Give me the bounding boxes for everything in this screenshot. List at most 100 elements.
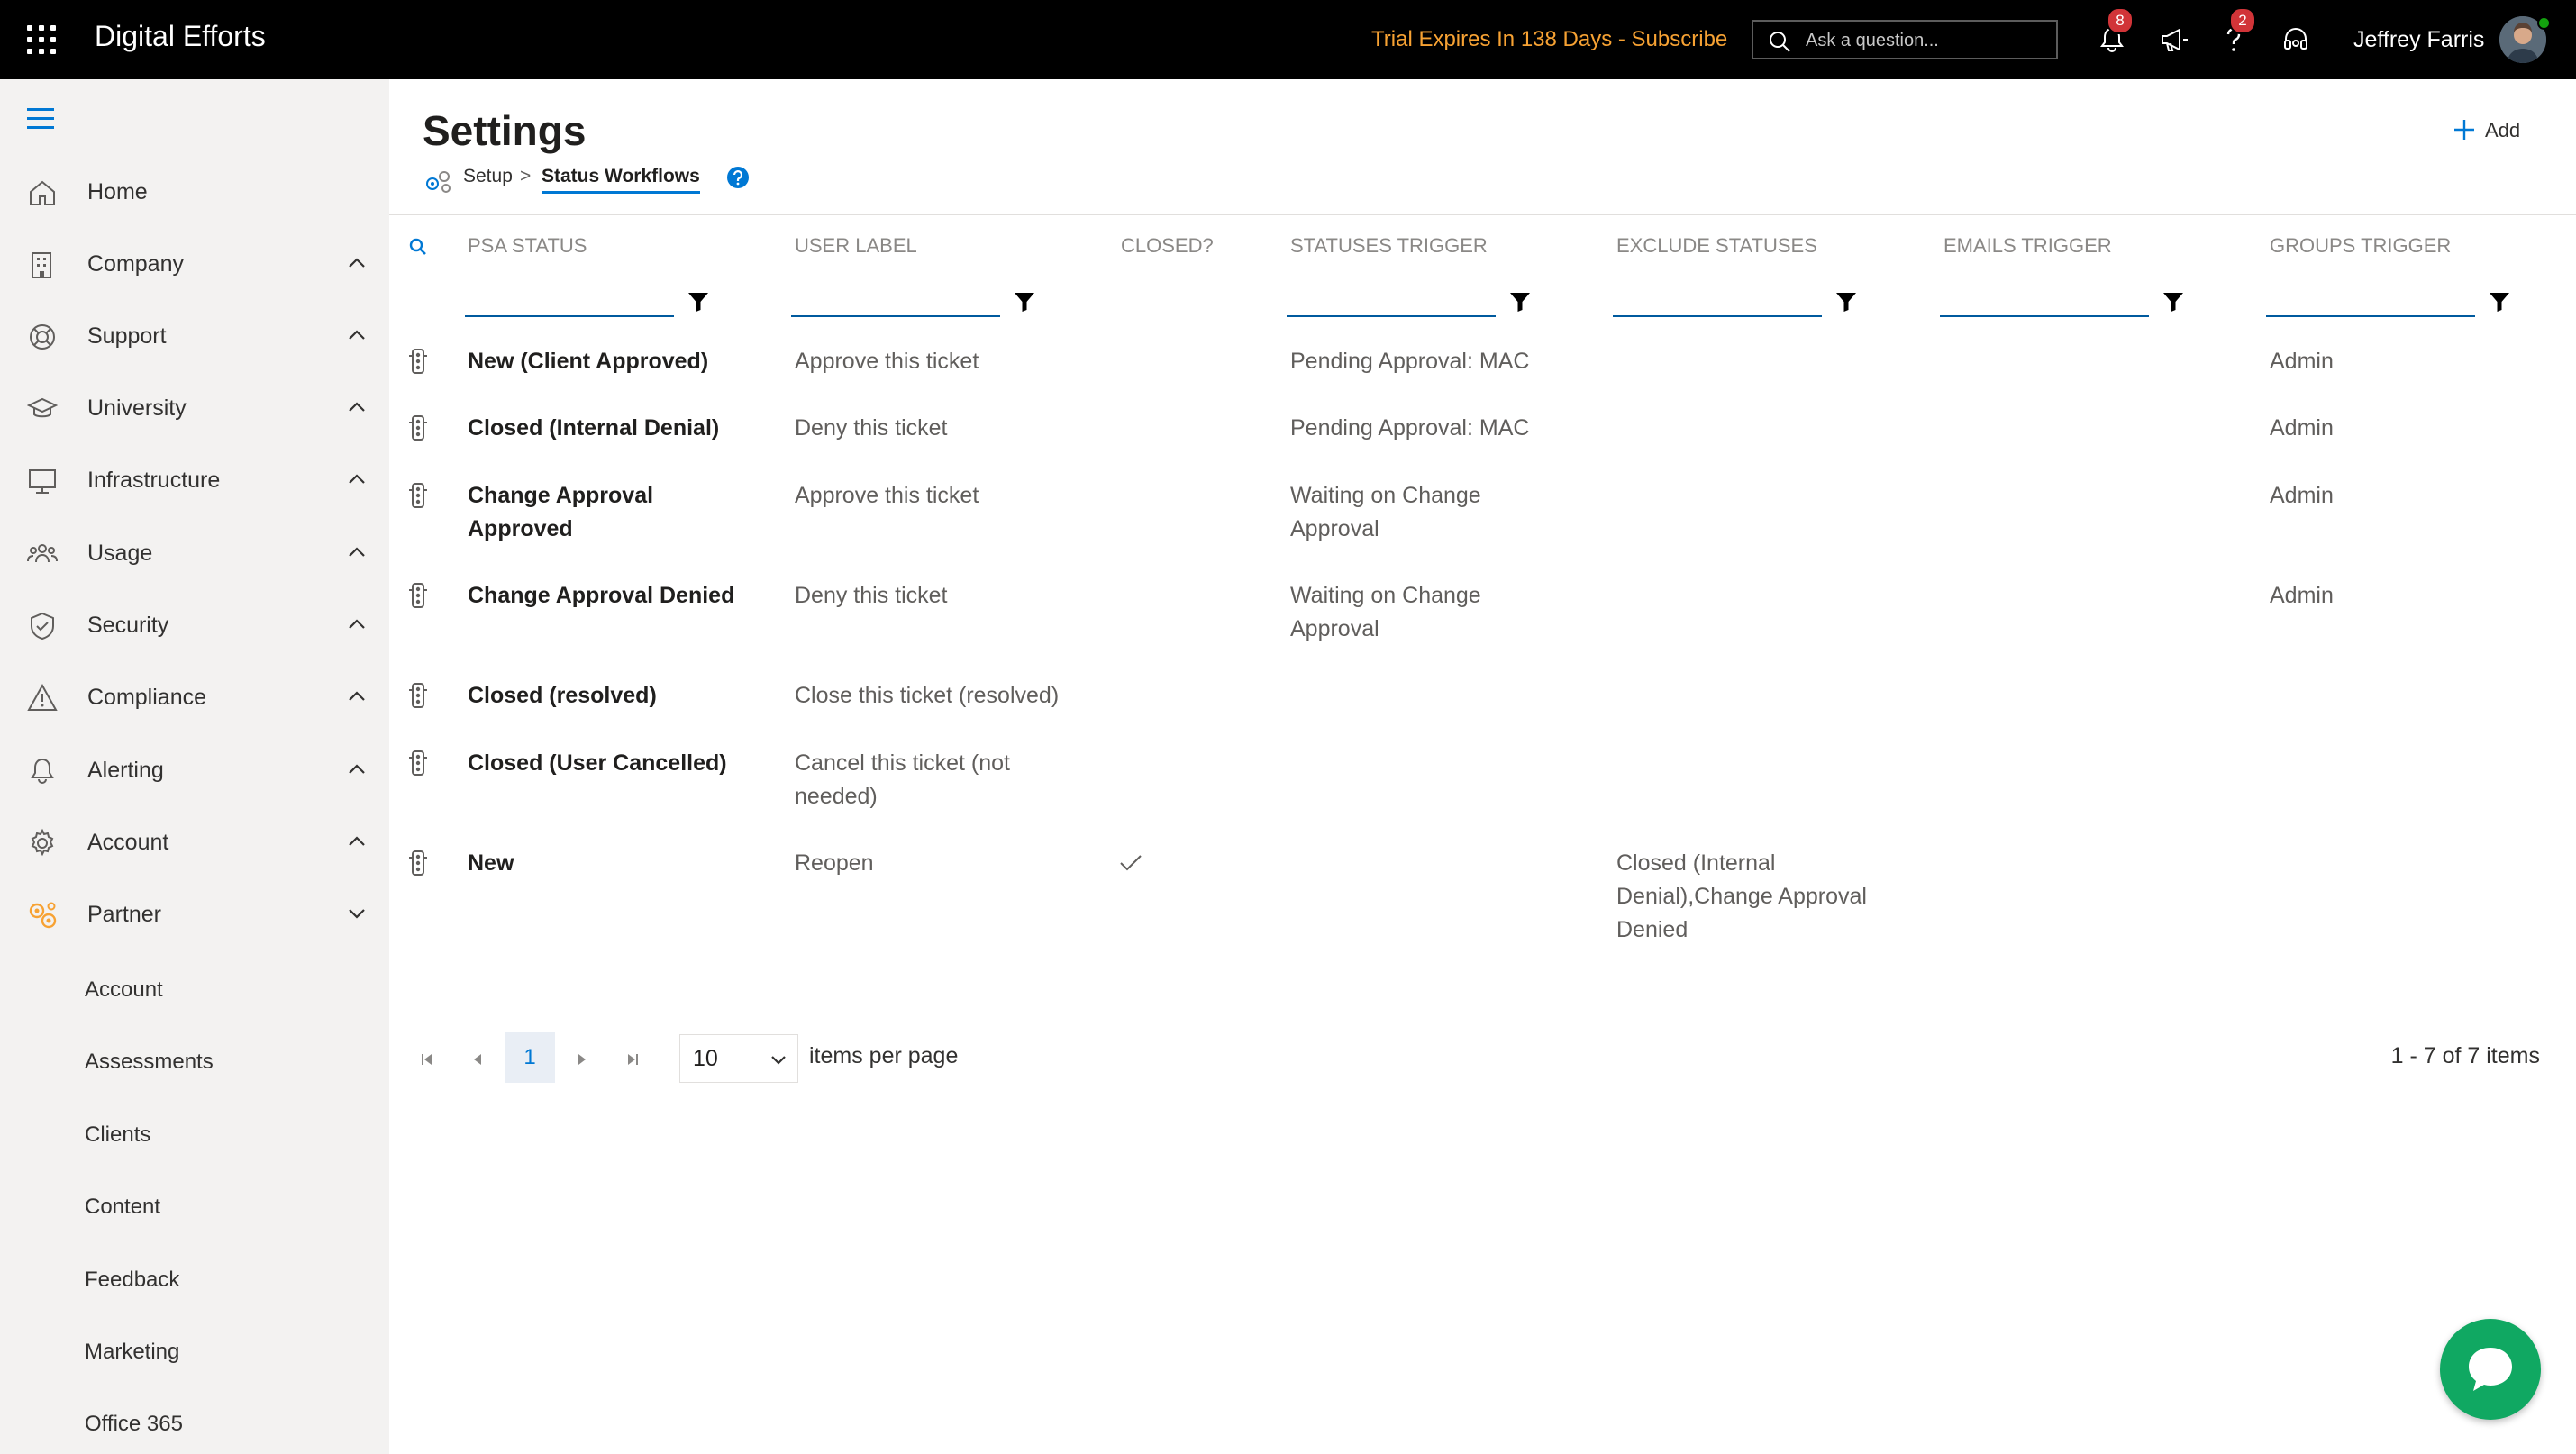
cell-groups-trigger: Admin <box>2270 349 2334 374</box>
chevron-up-icon[interactable] <box>347 471 367 487</box>
app-launcher-icon[interactable] <box>27 25 56 54</box>
column-header-psa-status[interactable]: PSA STATUS <box>468 234 587 258</box>
sidebar-subitem-content[interactable]: Content <box>0 1181 389 1231</box>
cell-user-label: Deny this ticket <box>795 583 948 608</box>
filter-psa-status[interactable] <box>465 283 674 317</box>
filter-funnel-icon[interactable] <box>2488 290 2511 314</box>
sidebar-item-usage[interactable]: Usage <box>0 526 389 580</box>
support-headset-button[interactable] <box>2276 20 2316 59</box>
chevron-up-icon[interactable] <box>347 544 367 560</box>
first-page-icon <box>422 1054 432 1065</box>
gear-icon <box>31 828 54 857</box>
filter-input[interactable] <box>465 283 674 315</box>
chevron-up-icon[interactable] <box>347 688 367 704</box>
filter-statuses-trigger[interactable] <box>1287 283 1496 317</box>
hamburger-menu-icon[interactable] <box>27 106 58 130</box>
user-name[interactable]: Jeffrey Farris <box>2353 27 2484 53</box>
traffic-light-icon[interactable] <box>407 682 429 709</box>
sidebar-item-home[interactable]: Home <box>0 165 389 219</box>
filter-input[interactable] <box>2266 283 2475 315</box>
cell-statuses-trigger: Waiting on Change Approval <box>1290 583 1481 641</box>
sidebar-item-alerting[interactable]: Alerting <box>0 743 389 797</box>
chevron-up-icon[interactable] <box>347 833 367 850</box>
traffic-light-icon[interactable] <box>407 482 429 509</box>
column-header-exclude-statuses[interactable]: EXCLUDE STATUSES <box>1616 234 1817 258</box>
filter-exclude-statuses[interactable] <box>1613 283 1822 317</box>
filter-input[interactable] <box>1940 283 2149 315</box>
column-header-statuses-trigger[interactable]: STATUSES TRIGGER <box>1290 234 1488 258</box>
next-page-button[interactable] <box>562 1038 602 1081</box>
sidebar-subitem-assessments[interactable]: Assessments <box>0 1036 389 1086</box>
sidebar-subitem-clients[interactable]: Clients <box>0 1109 389 1159</box>
sidebar-item-support[interactable]: Support <box>0 309 389 363</box>
traffic-light-icon[interactable] <box>407 414 429 441</box>
help-button[interactable]: 2 <box>2215 7 2256 59</box>
page-size-label: items per page <box>809 1043 959 1068</box>
filter-funnel-icon[interactable] <box>1834 290 1858 314</box>
sidebar-subitem-marketing[interactable]: Marketing <box>0 1326 389 1377</box>
sidebar-subitem-account[interactable]: Account <box>0 964 389 1014</box>
page-number-button[interactable]: 1 <box>505 1032 555 1083</box>
cell-groups-trigger: Admin <box>2270 415 2334 441</box>
filter-funnel-icon[interactable] <box>2162 290 2185 314</box>
traffic-light-icon[interactable] <box>407 582 429 609</box>
filter-input[interactable] <box>791 283 1000 315</box>
last-page-button[interactable] <box>613 1038 652 1081</box>
cell-user-label: Deny this ticket <box>795 415 948 441</box>
filter-funnel-icon[interactable] <box>687 290 710 314</box>
announcements-button[interactable] <box>2153 20 2193 59</box>
first-page-button[interactable] <box>407 1038 447 1081</box>
help-circle-icon[interactable] <box>726 166 750 189</box>
filter-user-label[interactable] <box>791 283 1000 317</box>
cell-groups-trigger: Admin <box>2270 483 2334 508</box>
search-input[interactable] <box>1804 27 2051 54</box>
filter-groups-trigger[interactable] <box>2266 283 2475 317</box>
previous-page-button[interactable] <box>458 1038 497 1081</box>
sidebar-item-company[interactable]: Company <box>0 237 389 291</box>
sidebar-item-label: Alerting <box>87 758 164 783</box>
chevron-up-icon[interactable] <box>347 255 367 271</box>
sidebar-item-partner[interactable]: Partner <box>0 887 389 941</box>
pager-info: 1 - 7 of 7 items <box>2390 1043 2540 1068</box>
notifications-badge: 8 <box>2107 7 2134 34</box>
chevron-up-icon[interactable] <box>347 327 367 343</box>
filter-funnel-icon[interactable] <box>1508 290 1532 314</box>
breadcrumb-setup[interactable]: Setup <box>463 166 513 187</box>
search-box[interactable] <box>1752 20 2058 59</box>
chevron-up-icon[interactable] <box>347 761 367 777</box>
filter-emails-trigger[interactable] <box>1940 283 2149 317</box>
filter-input[interactable] <box>1613 283 1822 315</box>
cell-exclude-statuses: Closed (Internal Denial),Change Approval… <box>1616 850 1867 942</box>
sidebar-item-account[interactable]: Account <box>0 815 389 869</box>
page-size-select[interactable]: 10 <box>679 1034 798 1083</box>
filter-funnel-icon[interactable] <box>1013 290 1036 314</box>
column-header-emails-trigger[interactable]: EMAILS TRIGGER <box>1943 234 2112 258</box>
chat-button[interactable] <box>2440 1319 2541 1420</box>
sidebar-item-label: Security <box>87 613 169 638</box>
cell-user-label: Approve this ticket <box>795 483 979 508</box>
sidebar-item-compliance[interactable]: Compliance <box>0 670 389 724</box>
column-header-closed[interactable]: CLOSED? <box>1121 234 1214 258</box>
sidebar-subitem-feedback[interactable]: Feedback <box>0 1254 389 1304</box>
search-icon[interactable] <box>407 236 429 258</box>
column-header-groups-trigger[interactable]: GROUPS TRIGGER <box>2270 234 2451 258</box>
column-header-user-label[interactable]: USER LABEL <box>795 234 917 258</box>
notifications-button[interactable]: 8 <box>2092 7 2134 59</box>
chevron-down-icon <box>771 1056 786 1065</box>
sidebar-item-security[interactable]: Security <box>0 598 389 652</box>
warning-icon <box>27 683 58 711</box>
cell-psa-status: New (Client Approved) <box>468 349 709 374</box>
traffic-light-icon[interactable] <box>407 348 429 375</box>
setup-gears-icon <box>426 171 451 193</box>
trial-subscribe-link[interactable]: Trial Expires In 138 Days - Subscribe <box>1371 27 1727 52</box>
chevron-down-icon[interactable] <box>347 905 367 922</box>
caret-right-icon <box>578 1054 586 1065</box>
filter-input[interactable] <box>1287 283 1496 315</box>
sidebar-item-university[interactable]: University <box>0 381 389 435</box>
traffic-light-icon[interactable] <box>407 850 429 877</box>
traffic-light-icon[interactable] <box>407 750 429 777</box>
chevron-up-icon[interactable] <box>347 399 367 415</box>
sidebar-subitem-office-365[interactable]: Office 365 <box>0 1398 389 1449</box>
sidebar-item-infrastructure[interactable]: Infrastructure <box>0 453 389 507</box>
chevron-up-icon[interactable] <box>347 616 367 632</box>
